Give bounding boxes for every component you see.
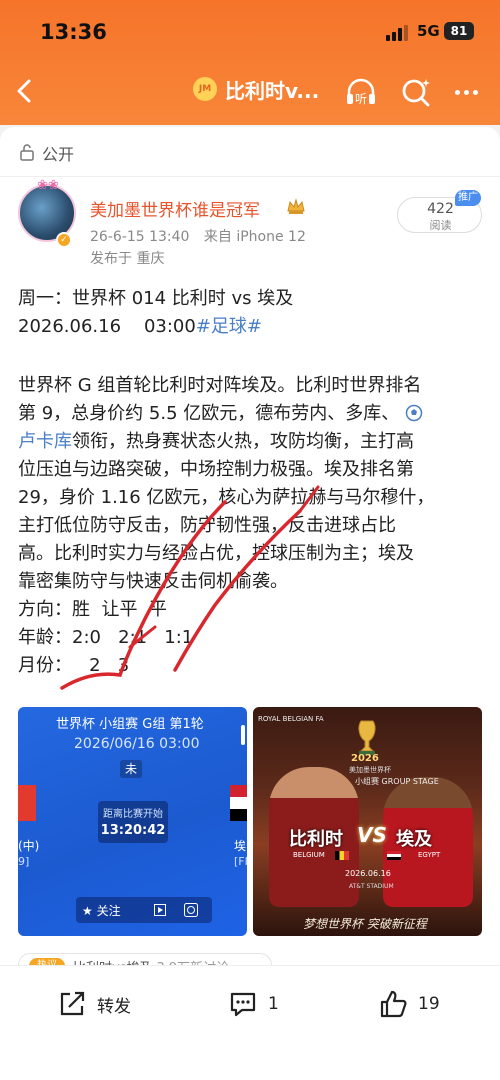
post-para-text: 第 9，总身价约 5.5 亿欧元，德布劳内、多库、 [18, 403, 400, 424]
post-para-line-3: 卢卡库领衔，热身赛状态火热，攻防均衡，主打高 [18, 428, 488, 455]
signal-icon [386, 23, 412, 41]
post-meta: 26-6-15 13:40 来自 iPhone 12 [90, 226, 316, 246]
play-icon[interactable] [154, 904, 166, 916]
post-goals-line: 月份： 2 3 [18, 655, 130, 676]
image-scrollbar [241, 725, 245, 745]
lock-icon [20, 144, 34, 161]
author-name[interactable]: 美加墨世界杯谁是冠军 [90, 196, 260, 221]
forward-label: 转发 [97, 996, 131, 1017]
nav-bar: JM 比利时v... 听 [0, 62, 500, 120]
topic-logo-icon: JM [193, 77, 217, 101]
egypt-flag-icon [230, 785, 247, 821]
countdown-label: 距离比赛开始 [103, 809, 163, 820]
right-team-rank: [FI [234, 855, 247, 868]
post-score-line: 年龄：2:0 2:1 1:1 [18, 627, 194, 648]
match-poster-image[interactable]: ROYAL BELGIAN FA 2026 美加墨世界杯 小组赛 GROUP S… [253, 707, 482, 936]
post-para-line-2: 第 9，总身价约 5.5 亿欧元，德布劳内、多库、 [18, 400, 488, 427]
belgium-flag-icon [335, 851, 349, 860]
post-para-line-5: 29，身价 1.16 亿欧元，核心为萨拉赫与马尔穆什， [18, 487, 435, 508]
poster-side-text: ROYAL BELGIAN FA [258, 715, 324, 723]
app-logo-icon[interactable] [184, 903, 198, 917]
listen-icon[interactable]: 听 [344, 76, 378, 110]
forward-icon [60, 991, 85, 1016]
trophy-icon [358, 720, 376, 755]
bottom-action-bar: 转发 1 19 [0, 965, 500, 1080]
nav-title-group[interactable]: JM 比利时v... [193, 72, 319, 106]
poster-team-right: 埃及 [396, 829, 432, 850]
poster-year: 2026 [351, 753, 379, 764]
svg-text:听: 听 [355, 92, 367, 106]
poster-team-left-en: BELGIUM [293, 851, 325, 859]
poster-date: 2026.06.16 [345, 869, 391, 878]
post-date: 2026.06.16 03:00 [18, 316, 196, 337]
back-arrow-icon[interactable] [10, 76, 40, 106]
link-lukaku[interactable]: 卢卡库 [18, 431, 72, 452]
post-line-2: 2026.06.16 03:00#足球# [18, 313, 488, 340]
left-team-label: (中) [18, 839, 40, 853]
post-para-line-6: 主打低位防守反击，防守韧性强，反击进球占比 [18, 515, 396, 536]
post-location: 发布于 重庆 [90, 251, 165, 267]
post-direction-line: 方向：胜 让平 平 [18, 599, 167, 620]
post-para-line-7: 高。比利时实力与经验占优，控球压制为主；埃及 [18, 543, 414, 564]
poster-venue: AT&T STADIUM [349, 883, 394, 890]
poster-vs: VS [357, 823, 387, 847]
post-para-line-1: 世界杯 G 组首轮比利时对阵埃及。比利时世界排名 [18, 375, 422, 396]
post-card: 公开 ❀❀ ✓ 美加墨世界杯谁是冠军 26-6-15 13:40 来自 iPho… [0, 127, 500, 977]
follow-button[interactable]: ★ 关注 [82, 902, 121, 919]
comment-button[interactable]: 1 [228, 986, 279, 1022]
post-para-line-4: 位压迫与边路突破，中场控制力极强。埃及排名第 [18, 459, 414, 480]
search-icon[interactable] [399, 76, 433, 110]
match-status: 未 [120, 760, 142, 778]
crown-icon [287, 198, 305, 214]
right-team-label: 埃 [234, 839, 247, 853]
poster-team-right-en: EGYPT [418, 851, 441, 859]
comment-icon [230, 992, 256, 1017]
bow-icon: ❀❀ [37, 178, 59, 193]
post-timestamp: 26-6-15 13:40 [90, 229, 190, 245]
more-icon[interactable] [452, 90, 482, 98]
verified-badge-icon: ✓ [56, 232, 72, 248]
egypt-flag-icon [387, 851, 401, 860]
match-countdown: 距离比赛开始 13:20:42 [98, 801, 168, 843]
left-team-rank: 9] [18, 855, 30, 868]
poster-stage: 小组赛 GROUP STAGE [355, 777, 439, 786]
comment-count: 1 [268, 994, 279, 1014]
promo-badge: 推广 [455, 190, 481, 206]
like-count: 19 [418, 994, 440, 1014]
poster-slogan: 梦想世界杯 突破新征程 [303, 917, 427, 931]
visibility-label: 公开 [42, 145, 75, 164]
battery-icon: 81 [444, 22, 474, 40]
post-line-1: 周一：世界杯 014 比利时 vs 埃及 [18, 288, 294, 309]
post-source: 来自 iPhone 12 [203, 229, 306, 245]
forward-button[interactable]: 转发 [57, 986, 131, 1022]
status-bar: 13:36 5G 81 [0, 0, 500, 62]
network-type: 5G [417, 22, 440, 40]
belgium-flag-icon [18, 785, 36, 821]
visibility-row: 公开 [0, 127, 500, 177]
read-label: 阅读 [429, 219, 452, 232]
nav-title: 比利时v... [225, 78, 320, 103]
match-datetime: 2026/06/16 03:00 [74, 736, 200, 752]
topic-link-football[interactable]: #足球# [196, 316, 262, 337]
status-time: 13:36 [40, 20, 107, 44]
match-info-image[interactable]: 世界杯 小组赛 G组 第1轮 2026/06/16 03:00 未 距离比赛开始… [18, 707, 247, 936]
match-actions: ★ 关注 [76, 897, 212, 923]
like-button[interactable]: 19 [378, 986, 440, 1022]
football-icon [405, 404, 423, 422]
poster-team-left: 比利时 [289, 829, 343, 850]
header: 13:36 5G 81 JM 比利时v... 听 [0, 0, 500, 125]
countdown-time: 13:20:42 [100, 823, 166, 838]
post-para-line-8: 靠密集防守与快速反击伺机偷袭。 [18, 571, 288, 592]
thumbs-up-icon [380, 990, 407, 1018]
poster-subtitle: 美加墨世界杯 [349, 766, 391, 774]
match-title: 世界杯 小组赛 G组 第1轮 [56, 717, 204, 732]
post-para-text: 领衔，热身赛状态火热，攻防均衡，主打高 [72, 431, 414, 452]
